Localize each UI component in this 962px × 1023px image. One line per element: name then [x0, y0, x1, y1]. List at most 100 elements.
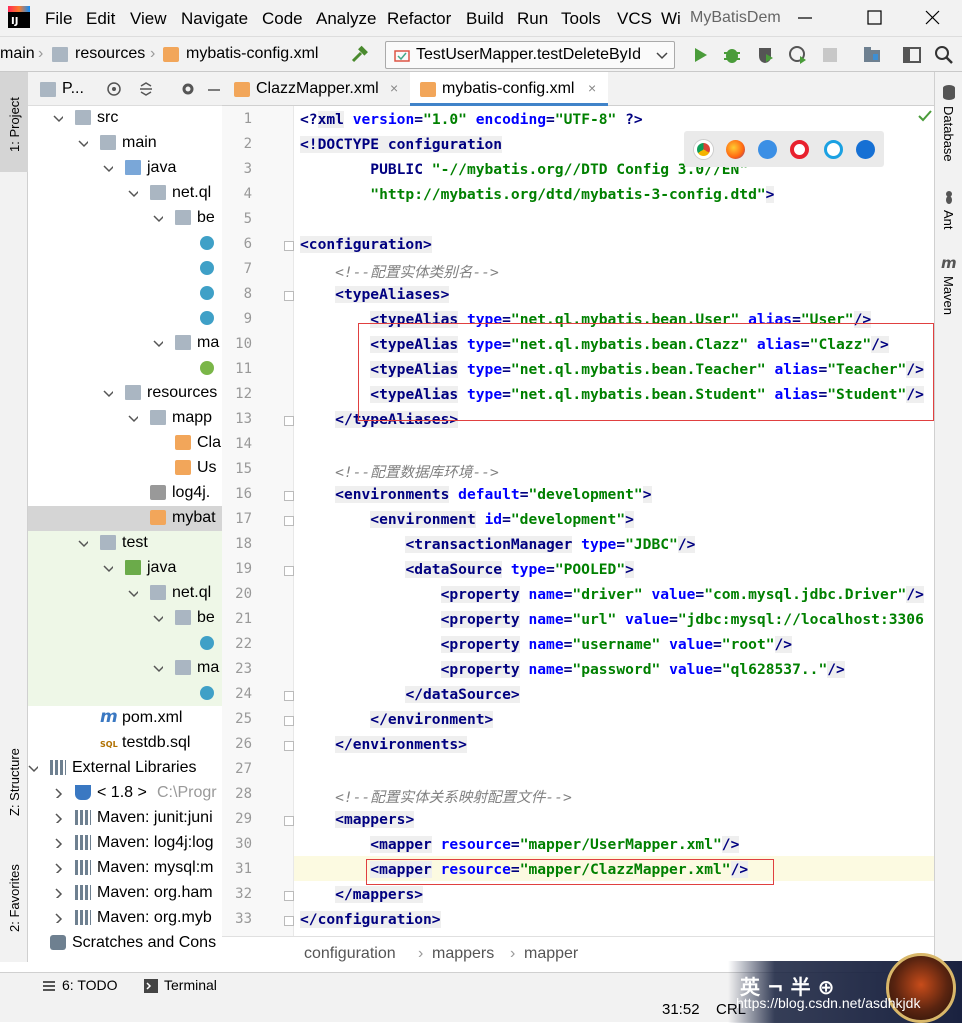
- tree-item[interactable]: net.ql: [28, 581, 222, 606]
- tree-item[interactable]: Us: [28, 456, 222, 481]
- close-icon[interactable]: [918, 6, 948, 30]
- opera-icon[interactable]: [790, 140, 809, 159]
- tree-item[interactable]: ma: [28, 656, 222, 681]
- tree-item[interactable]: Scratches and Cons: [28, 931, 222, 956]
- chevron-down-icon[interactable]: [153, 213, 163, 223]
- favorites-tool-label[interactable]: 2: Favorites: [7, 864, 22, 932]
- todo-tool-label[interactable]: 6: TODO: [62, 977, 118, 993]
- chevron-down-icon[interactable]: [153, 613, 163, 623]
- tree-item[interactable]: External Libraries: [28, 756, 222, 781]
- code-editor[interactable]: 1 2 3 4 5 6 7 8 9 10 11 12 13 14 15 16 17 18 19 20 21 22 23 24 2…: [222, 106, 934, 936]
- maximize-icon[interactable]: [860, 6, 890, 30]
- tree-item[interactable]: test: [28, 531, 222, 556]
- project-tool-tab[interactable]: 1: Project: [0, 72, 28, 172]
- structure-tool-label[interactable]: Z: Structure: [7, 748, 22, 816]
- fold-marker-icon[interactable]: [284, 916, 294, 926]
- hide-icon[interactable]: [208, 88, 220, 92]
- menu-run[interactable]: Run: [517, 9, 548, 29]
- ant-tool-label[interactable]: Ant: [941, 210, 956, 230]
- stop-icon[interactable]: [820, 45, 840, 65]
- edge-icon[interactable]: [856, 140, 875, 159]
- project-view-select[interactable]: P...: [62, 80, 84, 98]
- menu-view[interactable]: View: [130, 9, 167, 29]
- fold-marker-icon[interactable]: [284, 416, 294, 426]
- tree-item[interactable]: Maven: org.myb: [28, 906, 222, 931]
- fold-marker-icon[interactable]: [284, 491, 294, 501]
- chevron-down-icon[interactable]: [103, 388, 113, 398]
- database-tool-label[interactable]: Database: [941, 106, 956, 162]
- gear-icon[interactable]: [180, 81, 196, 97]
- tree-item[interactable]: [28, 681, 222, 706]
- close-tab-icon[interactable]: ×: [390, 80, 398, 96]
- tree-item[interactable]: [28, 256, 222, 281]
- tree-item[interactable]: Maven: org.ham: [28, 881, 222, 906]
- tree-item[interactable]: be: [28, 606, 222, 631]
- tab-mybatis-config[interactable]: mybatis-config.xml ×: [410, 72, 608, 106]
- layout-icon[interactable]: [902, 45, 922, 65]
- menu-file[interactable]: File: [45, 9, 72, 29]
- terminal-tool-label[interactable]: Terminal: [164, 977, 217, 993]
- menu-navigate[interactable]: Navigate: [181, 9, 248, 29]
- minimize-icon[interactable]: [790, 6, 820, 30]
- close-tab-icon[interactable]: ×: [588, 80, 596, 96]
- ie-icon[interactable]: [824, 140, 843, 159]
- tree-item[interactable]: net.ql: [28, 181, 222, 206]
- chevron-down-icon[interactable]: [28, 763, 38, 773]
- collapse-all-icon[interactable]: [138, 81, 154, 97]
- locate-icon[interactable]: [106, 81, 122, 97]
- tree-item[interactable]: java: [28, 156, 222, 181]
- coverage-icon[interactable]: [756, 45, 776, 65]
- menu-edit[interactable]: Edit: [86, 9, 115, 29]
- tree-item[interactable]: src: [28, 106, 222, 131]
- tree-item[interactable]: [28, 231, 222, 256]
- chevron-down-icon[interactable]: [103, 563, 113, 573]
- menu-build[interactable]: Build: [466, 9, 504, 29]
- tree-item[interactable]: resources: [28, 381, 222, 406]
- chevron-down-icon[interactable]: [128, 413, 138, 423]
- cursor-position[interactable]: 31:52: [662, 1001, 700, 1018]
- tree-item[interactable]: [28, 631, 222, 656]
- tab-clazzmapper[interactable]: ClazzMapper.xml ×: [222, 72, 408, 106]
- breadcrumb-mappers[interactable]: mappers: [432, 945, 494, 963]
- chevron-right-icon[interactable]: [53, 888, 63, 898]
- tree-item[interactable]: log4j.: [28, 481, 222, 506]
- chevron-down-icon[interactable]: [153, 663, 163, 673]
- tree-item[interactable]: SQL testdb.sql: [28, 731, 222, 756]
- tree-item[interactable]: [28, 356, 222, 381]
- tree-item[interactable]: mapp: [28, 406, 222, 431]
- profile-icon[interactable]: [788, 45, 808, 65]
- run-icon[interactable]: [690, 45, 710, 65]
- safari-icon[interactable]: [758, 140, 777, 159]
- fold-marker-icon[interactable]: [284, 716, 294, 726]
- fold-marker-icon[interactable]: [284, 741, 294, 751]
- menu-refactor[interactable]: Refactor: [387, 9, 451, 29]
- chevron-down-icon[interactable]: [103, 163, 113, 173]
- crumb-main[interactable]: main: [0, 45, 35, 63]
- tree-item[interactable]: main: [28, 131, 222, 156]
- chevron-down-icon[interactable]: [78, 138, 88, 148]
- tree-item[interactable]: ma: [28, 331, 222, 356]
- crumb-resources[interactable]: resources: [75, 45, 145, 63]
- project-structure-icon[interactable]: [862, 45, 882, 65]
- tree-item[interactable]: [28, 281, 222, 306]
- chevron-down-icon[interactable]: [53, 113, 63, 123]
- chevron-right-icon[interactable]: [53, 913, 63, 923]
- tree-item[interactable]: [28, 306, 222, 331]
- fold-marker-icon[interactable]: [284, 291, 294, 301]
- fold-marker-icon[interactable]: [284, 691, 294, 701]
- menu-code[interactable]: Code: [262, 9, 303, 29]
- fold-marker-icon[interactable]: [284, 816, 294, 826]
- maven-tool-label[interactable]: Maven: [941, 276, 956, 315]
- tree-item[interactable]: Maven: mysql:m: [28, 856, 222, 881]
- breadcrumb-configuration[interactable]: configuration: [304, 945, 396, 963]
- chevron-right-icon[interactable]: [53, 788, 63, 798]
- firefox-icon[interactable]: [726, 140, 745, 159]
- chevron-down-icon[interactable]: [128, 588, 138, 598]
- fold-marker-icon[interactable]: [284, 566, 294, 576]
- tree-item[interactable]: Maven: junit:juni: [28, 806, 222, 831]
- chevron-right-icon[interactable]: [53, 813, 63, 823]
- fold-marker-icon[interactable]: [284, 241, 294, 251]
- crumb-file[interactable]: mybatis-config.xml: [186, 45, 318, 63]
- menu-vcs[interactable]: VCS: [617, 9, 652, 29]
- menu-analyze[interactable]: Analyze: [316, 9, 376, 29]
